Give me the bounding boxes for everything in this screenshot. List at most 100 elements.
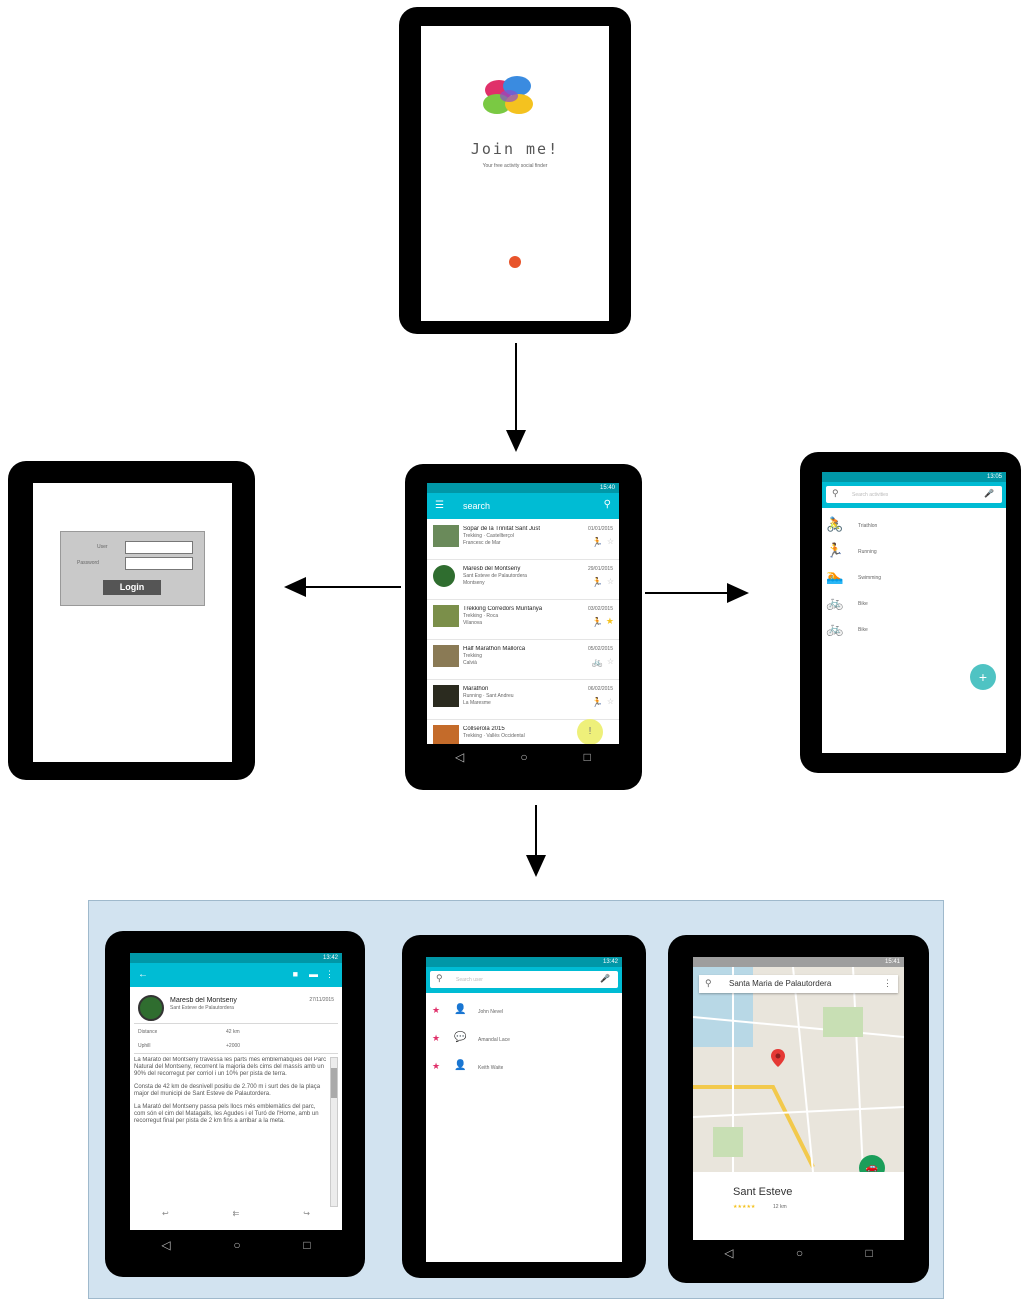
recents-icon[interactable]: □	[584, 750, 591, 764]
star-outline-icon[interactable]: ☆	[607, 577, 614, 586]
sport-item[interactable]: 🏃 Running	[826, 542, 996, 562]
user-row[interactable]: ★ 👤 John Nevel	[432, 1003, 612, 1021]
activity-date: 03/02/2015	[587, 606, 613, 612]
home-icon[interactable]: ○	[233, 1238, 240, 1252]
list-item[interactable]: Trekking Corredors Muntanya Trekking · R…	[427, 599, 619, 640]
details-panel: 13:42 ← ■ ▬ ⋮ Maresb del Montseny Sant E…	[88, 900, 944, 1299]
mic-icon[interactable]: 🎤	[600, 974, 610, 983]
forward-icon[interactable]: ↪	[303, 1209, 310, 1223]
event-title: Maresb del Montseny	[170, 997, 237, 1004]
activity-sub: Trekking	[463, 653, 482, 659]
map-screen: 15:41 ⚲ Santa Maria de Palautordera ⋮ 🚗 …	[693, 957, 904, 1265]
chat-icon[interactable]: ▬	[309, 969, 318, 979]
reply-icon[interactable]: ↩	[162, 1209, 169, 1223]
back-icon[interactable]: ◁	[724, 1246, 733, 1260]
map-pin-icon[interactable]	[771, 1049, 785, 1067]
sport-label: Swimming	[858, 575, 882, 581]
description-box: La Marató del Montseny travessa les part…	[134, 1057, 328, 1205]
activity-sub2: Francesc de Mar	[463, 540, 501, 546]
description-paragraph: Consta de 42 km de desnivell positiu de …	[134, 1084, 321, 1097]
activity-sub2: Montseny	[463, 580, 485, 586]
runner-icon: 🏃	[591, 577, 603, 587]
star-outline-icon[interactable]: ☆	[607, 537, 614, 546]
activity-thumbnail	[433, 725, 459, 744]
activity-thumbnail	[433, 525, 459, 547]
triathlon-icon: 🚴	[826, 516, 844, 532]
status-time: 13:42	[602, 959, 618, 965]
star-outline-icon[interactable]: ☆	[607, 657, 614, 666]
user-input[interactable]	[125, 541, 193, 554]
nav-bar: ◁ ○ □	[427, 744, 619, 770]
uphill-label: Uphill	[138, 1043, 151, 1049]
user-row[interactable]: ★ 👤 Keith Waite	[432, 1059, 612, 1077]
detail-device: 13:42 ← ■ ▬ ⋮ Maresb del Montseny Sant E…	[105, 931, 365, 1277]
mic-icon[interactable]: 🎤	[984, 489, 994, 498]
reply-all-icon[interactable]: ⇇	[233, 1209, 240, 1223]
description-paragraph: La Marató del Montseny travessa les part…	[134, 1057, 327, 1077]
description-paragraph: La Marató del Montseny passa pels llocs …	[134, 1104, 319, 1124]
recents-icon[interactable]: □	[866, 1246, 873, 1260]
scrollbar-thumb[interactable]	[331, 1068, 337, 1098]
recents-icon[interactable]: □	[303, 1238, 310, 1252]
scrollbar[interactable]	[330, 1057, 338, 1207]
swimming-icon: 🏊	[826, 568, 844, 584]
list-screen: 15:40 ☰ search ⚲ Sopar de la Trinitat Sa…	[427, 483, 619, 770]
login-button[interactable]: Login	[103, 580, 161, 595]
status-bar: 13:42	[130, 953, 342, 963]
splash-title: Join me!	[470, 140, 560, 158]
activity-sub: Sant Esteve de Palautordera	[463, 573, 527, 579]
arrowhead-down-1	[506, 430, 526, 452]
menu-icon[interactable]: ☰	[435, 500, 444, 511]
activity-title: Collserola 2015	[463, 726, 505, 732]
overflow-menu-icon[interactable]: ⋮	[883, 978, 892, 989]
activity-list: Sopar de la Trinitat Sant Just Trekking …	[427, 519, 619, 744]
sport-item[interactable]: 🏊 Swimming	[826, 568, 996, 588]
add-sport-fab[interactable]: +	[970, 664, 996, 690]
back-icon[interactable]: ◁	[161, 1238, 170, 1252]
list-item[interactable]: Maresb del Montseny Sant Esteve de Palau…	[427, 559, 619, 600]
activity-thumbnail	[433, 605, 459, 627]
splash-device: Join me! Your free activity social finde…	[399, 7, 631, 334]
sport-item[interactable]: 🚲 Bike	[826, 594, 996, 614]
sport-item[interactable]: 🚴 Triathlon	[826, 516, 996, 536]
home-icon[interactable]: ○	[796, 1246, 803, 1260]
arrowhead-left	[284, 577, 306, 597]
flow-arrow-splash-to-list	[515, 343, 517, 435]
user-name: Amandal Lace	[478, 1037, 510, 1043]
sport-label: Bike	[858, 601, 868, 607]
participants-search-input[interactable]: ⚲ Search user 🎤	[430, 971, 618, 988]
map-search-value: Santa Maria de Palautordera	[729, 979, 832, 988]
activity-thumbnail	[433, 685, 459, 707]
list-item[interactable]: Marathon Running · Sant Andreu La Maresm…	[427, 679, 619, 720]
list-item[interactable]: Sopar de la Trinitat Sant Just Trekking …	[427, 519, 619, 560]
back-arrow-icon[interactable]: ←	[138, 969, 148, 980]
map-search-box[interactable]: ⚲ Santa Maria de Palautordera ⋮	[699, 975, 898, 993]
activity-sub: Running · Sant Andreu	[463, 693, 514, 699]
home-icon[interactable]: ○	[520, 750, 527, 764]
star-filled-icon[interactable]: ★	[606, 616, 614, 627]
star-outline-icon[interactable]: ☆	[607, 697, 614, 706]
favorite-star-icon[interactable]: ★	[432, 1033, 440, 1044]
sports-search-input[interactable]: ⚲ Search activities 🎤	[826, 486, 1002, 503]
search-label[interactable]: search	[463, 501, 490, 511]
participants-search-placeholder: Search user	[456, 977, 483, 983]
user-row[interactable]: ★ 💬 Amandal Lace	[432, 1031, 612, 1049]
back-icon[interactable]: ◁	[455, 750, 464, 764]
map-area[interactable]: ⚲ Santa Maria de Palautordera ⋮	[693, 967, 904, 1172]
overflow-menu-icon[interactable]: ⋮	[325, 969, 334, 980]
flow-arrow-list-to-details	[535, 805, 537, 857]
sports-search-placeholder: Search activities	[852, 492, 889, 498]
list-toolbar: ☰ search ⚲	[427, 493, 619, 519]
favorite-star-icon[interactable]: ★	[432, 1061, 440, 1072]
activity-title: Trekking Corredors Muntanya	[463, 606, 543, 612]
list-item[interactable]: Half Marathon Mallorca Trekking Calvià 0…	[427, 639, 619, 680]
search-icon[interactable]: ⚲	[604, 499, 611, 510]
password-input[interactable]	[125, 557, 193, 570]
status-time: 13:05	[986, 474, 1002, 480]
activity-thumbnail	[433, 565, 455, 587]
sport-item[interactable]: 🚲 Bike	[826, 620, 996, 640]
favorite-star-icon[interactable]: ★	[432, 1005, 440, 1016]
edit-icon[interactable]: ■	[293, 969, 298, 979]
add-fab[interactable]: !	[577, 719, 603, 745]
event-logo	[138, 995, 164, 1021]
